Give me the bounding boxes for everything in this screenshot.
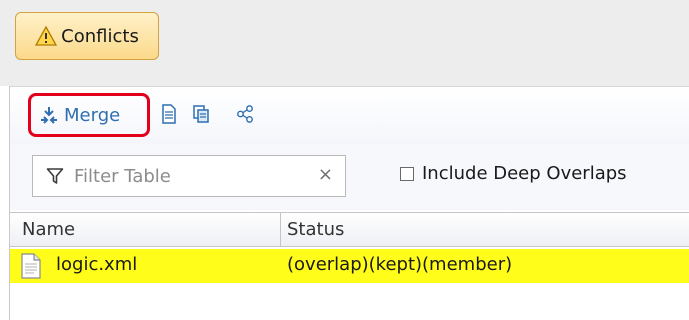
include-deep-overlaps-label: Include Deep Overlaps <box>422 163 627 184</box>
share-icon[interactable] <box>236 104 254 124</box>
column-header-status[interactable]: Status <box>287 219 344 240</box>
cell-file-name: logic.xml <box>56 254 138 275</box>
conflicts-button[interactable]: Conflicts <box>15 12 159 60</box>
table-header <box>10 212 689 247</box>
merge-icon <box>41 107 57 124</box>
filter-icon <box>46 168 64 184</box>
merge-button[interactable]: Merge <box>28 93 150 137</box>
file-icon <box>21 253 41 279</box>
document-icon[interactable] <box>160 104 178 124</box>
clear-filter-button[interactable]: × <box>318 164 333 185</box>
include-deep-overlaps-checkbox[interactable] <box>400 166 414 181</box>
warning-icon <box>35 26 58 46</box>
filter-box: × <box>32 155 346 197</box>
column-divider[interactable] <box>280 213 281 246</box>
cell-file-status: (overlap)(kept)(member) <box>287 254 513 275</box>
merge-label: Merge <box>64 104 121 126</box>
include-deep-overlaps-option[interactable]: Include Deep Overlaps <box>400 163 627 184</box>
column-header-name[interactable]: Name <box>22 219 75 240</box>
filter-input[interactable] <box>74 161 294 191</box>
copy-icon[interactable] <box>192 104 210 124</box>
conflicts-label: Conflicts <box>61 25 139 47</box>
